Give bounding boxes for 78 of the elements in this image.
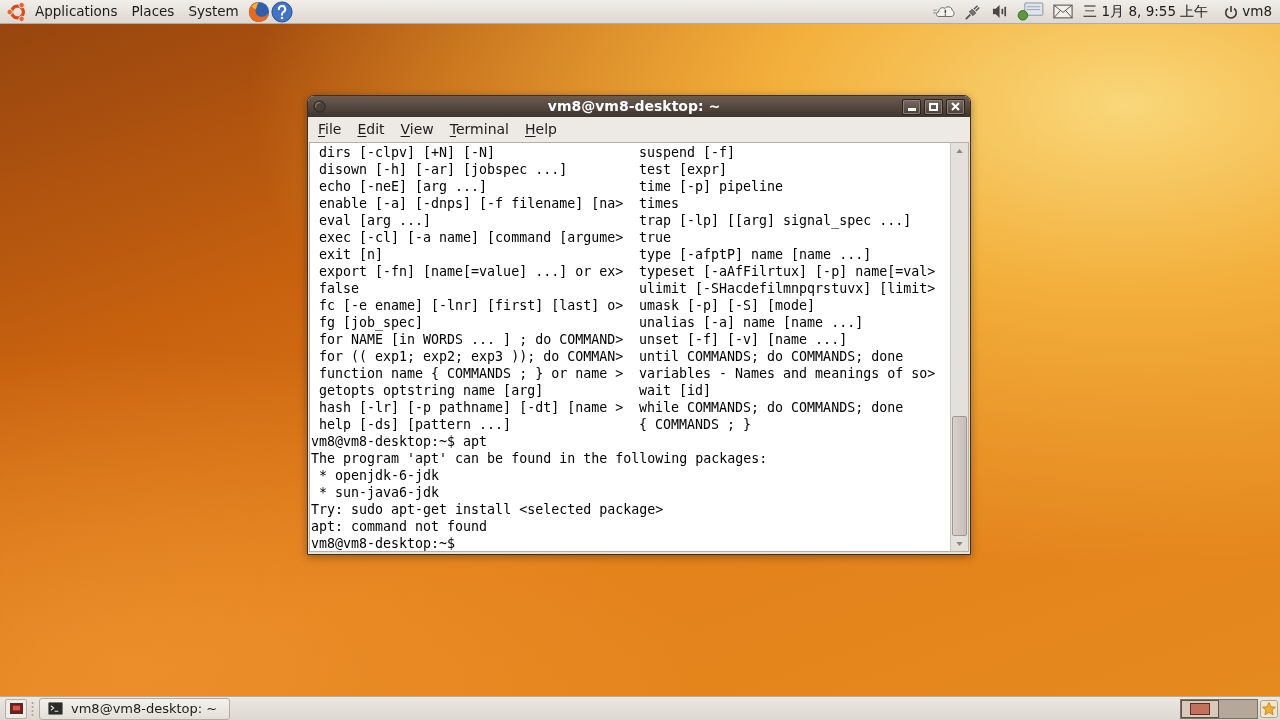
workspace-cell[interactable] <box>1181 699 1219 718</box>
power-icon[interactable] <box>1224 4 1239 19</box>
menu-item[interactable]: Edit <box>349 117 393 142</box>
chevron-down-icon <box>956 541 963 546</box>
help-entry: enable [-a] [-dnps] [-f filename] [na> <box>318 195 625 212</box>
computer-icon[interactable] <box>1017 2 1045 21</box>
minimize-icon <box>907 108 916 111</box>
terminal-line: vm8@vm8-desktop:~$ <box>311 535 456 551</box>
desktop-icon <box>9 703 23 714</box>
panel-menu[interactable]: Places <box>124 0 182 24</box>
workspace-cell[interactable] <box>1219 699 1257 718</box>
help-entry: ulimit [-SHacdefilmnpqrstuvx] [limit> <box>639 280 936 297</box>
window-title: vm8@vm8-desktop: ~ <box>546 97 721 116</box>
help-entry: suspend [-f] <box>639 144 736 161</box>
user-name[interactable]: vm8 <box>1242 1 1272 22</box>
mail-icon[interactable] <box>1053 4 1074 19</box>
help-entry: hash [-lr] [-p pathname] [-dt] [name > <box>318 399 625 416</box>
help-entry: umask [-p] [-S] [mode] <box>639 297 816 314</box>
help-entry: wait [id] <box>639 382 712 399</box>
show-desktop-button[interactable] <box>5 698 27 719</box>
help-entry: fg [job_spec] <box>318 314 425 331</box>
help-entry: unalias [-a] name [name ...] <box>639 314 864 331</box>
help-entry: test [expr] <box>639 161 728 178</box>
taskbar-button[interactable]: vm8@vm8-desktop: ~ <box>39 697 230 720</box>
help-entry: exec [-cl] [-a name] [command [argume> <box>318 229 625 246</box>
help-entry: time [-p] pipeline <box>639 178 784 195</box>
scrollbar[interactable] <box>950 143 968 551</box>
help-entry: until COMMANDS; do COMMANDS; done <box>639 348 904 365</box>
terminal-line: * sun-java6-jdk <box>318 484 440 501</box>
globe-icon[interactable] <box>247 0 270 23</box>
help-entry: { COMMANDS ; } <box>639 416 752 433</box>
close-button[interactable] <box>946 98 965 115</box>
maximize-icon <box>929 102 938 111</box>
help-entry: for (( exp1; exp2; exp3 )); do COMMAN> <box>318 348 625 365</box>
terminal-line: * openjdk-6-jdk <box>318 467 440 484</box>
help-entry: times <box>639 195 680 212</box>
star-icon[interactable] <box>1260 699 1278 718</box>
help-entry: while COMMANDS; do COMMANDS; done <box>639 399 904 416</box>
chevron-up-icon <box>956 148 963 153</box>
terminal-icon <box>48 702 63 715</box>
help-entry: export [-fn] [name[=value] ...] or ex> <box>318 263 625 280</box>
close-icon <box>951 102 960 111</box>
help-entry: disown [-h] [-ar] [jobspec ...] <box>318 161 569 178</box>
help-entry: echo [-neE] [arg ...] <box>318 178 489 195</box>
menu-item[interactable]: File <box>310 117 350 142</box>
mini-window-icon <box>1190 702 1210 715</box>
help-entry: unset [-f] [-v] [name ...] <box>639 331 848 348</box>
terminal-line: apt: command not found <box>311 518 488 535</box>
terminal-line: Try: sudo apt-get install <selected package> <box>311 501 664 518</box>
panel-menu[interactable]: System <box>181 0 246 24</box>
help-entry: false <box>318 280 361 297</box>
help-entry: type [-afptP] name [name ...] <box>639 246 872 263</box>
help-entry: for NAME [in WORDS ... ] ; do COMMAND> <box>318 331 625 348</box>
help-entry: exit [n] <box>318 246 385 263</box>
help-icon[interactable] <box>270 0 293 23</box>
menu-item[interactable]: View <box>392 117 442 142</box>
help-entry: true <box>639 229 672 246</box>
panel-menu[interactable]: Applications <box>28 0 125 24</box>
help-entry: trap [-lp] [[arg] signal_spec ...] <box>639 212 912 229</box>
help-entry: help [-ds] [pattern ...] <box>318 416 513 433</box>
menu-item[interactable]: Terminal <box>441 117 517 142</box>
help-entry: getopts optstring name [arg] <box>318 382 545 399</box>
terminal-line: The program 'apt' can be found in the following packages: <box>311 450 768 467</box>
help-entry: typeset [-aAfFilrtux] [-p] name[=val> <box>639 263 936 280</box>
minimize-button[interactable] <box>902 98 921 115</box>
ubuntu-logo-icon[interactable] <box>6 0 28 23</box>
help-entry: dirs [-clpv] [+N] [-N] <box>318 144 497 161</box>
menu-item[interactable]: Help <box>517 117 565 142</box>
help-entry: eval [arg ...] <box>318 212 433 229</box>
window-menu-icon[interactable] <box>313 100 326 113</box>
clock-text[interactable]: 三 1月 8, 9:55 上午 <box>1083 1 1209 22</box>
help-entry: fc [-e ename] [-lnr] [first] [last] o> <box>318 297 625 314</box>
scrollbar-thumb[interactable] <box>952 416 967 536</box>
help-entry: variables - Names and meanings of so> <box>639 365 936 382</box>
drag-handle-icon[interactable] <box>31 700 34 717</box>
maximize-button[interactable] <box>924 98 943 115</box>
help-entry: function name { COMMANDS ; } or name > <box>318 365 625 382</box>
terminal-line: vm8@vm8-desktop:~$ apt <box>311 433 488 450</box>
